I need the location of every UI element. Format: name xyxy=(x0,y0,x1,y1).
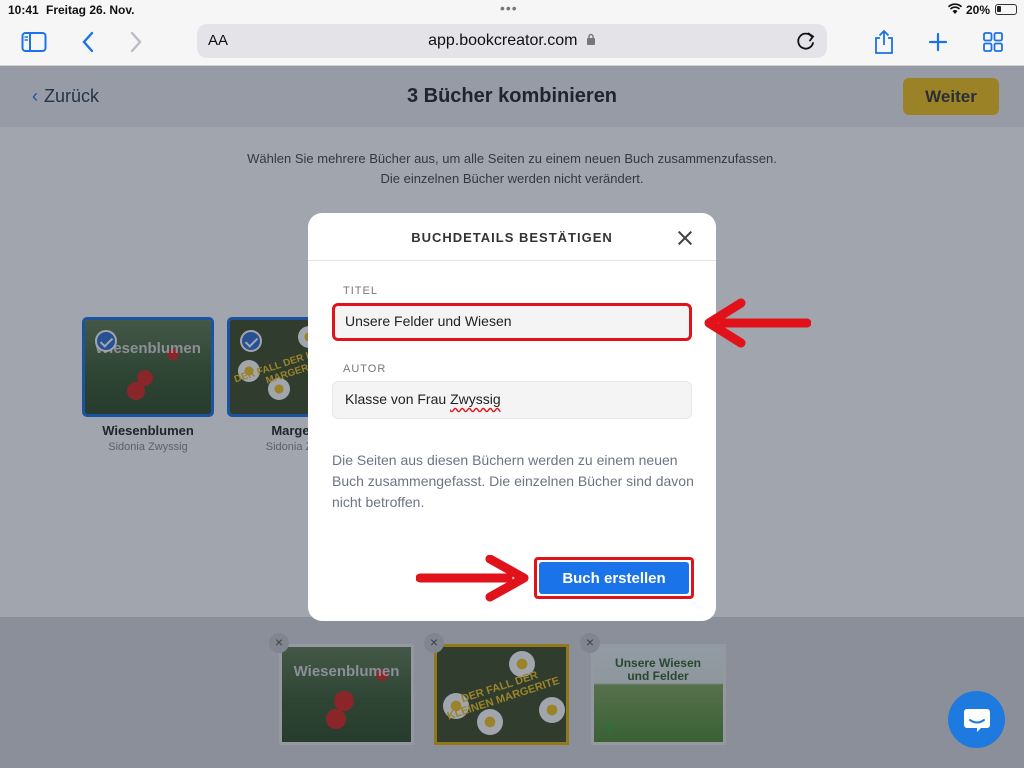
tabs-grid-icon[interactable] xyxy=(979,28,1007,56)
reload-icon[interactable] xyxy=(793,28,819,54)
create-book-button[interactable]: Buch erstellen xyxy=(539,562,689,594)
status-date: Freitag 26. Nov. xyxy=(46,3,135,17)
address-bar[interactable]: AA app.bookcreator.com xyxy=(197,24,827,58)
dialog-description: Die Seiten aus diesen Büchern werden zu … xyxy=(332,452,694,510)
battery-percentage: 20% xyxy=(966,3,991,17)
lock-icon xyxy=(586,33,595,45)
author-input[interactable]: Klasse von Frau Zwyssig xyxy=(332,381,692,419)
chat-button[interactable] xyxy=(948,691,1005,748)
url-text: app.bookcreator.com xyxy=(197,32,827,50)
author-value-prefix: Klasse von Frau xyxy=(345,391,451,407)
sidebar-icon[interactable] xyxy=(20,28,48,56)
battery-icon xyxy=(995,4,1017,15)
close-icon[interactable] xyxy=(674,227,696,249)
safari-toolbar: AA app.bookcreator.com xyxy=(0,20,1024,66)
wifi-icon xyxy=(948,3,962,14)
back-chevron-icon[interactable] xyxy=(74,28,102,56)
multitasking-dots[interactable]: ••• xyxy=(500,0,518,16)
share-icon[interactable] xyxy=(870,28,898,56)
author-label: AUTOR xyxy=(343,363,387,375)
forward-chevron-icon[interactable] xyxy=(122,28,150,56)
title-input[interactable]: Unsere Felder und Wiesen xyxy=(332,303,692,341)
arrow-icon xyxy=(416,555,529,602)
dialog-title: BUCHDETAILS BESTÄTIGEN xyxy=(411,230,613,245)
plus-icon[interactable] xyxy=(924,28,952,56)
status-bar: 10:41 Freitag 26. Nov. ••• 20% xyxy=(0,0,1024,20)
arrow-icon xyxy=(704,298,811,348)
divider xyxy=(308,260,716,261)
create-book-highlight: Buch erstellen xyxy=(534,557,694,599)
title-label: TITEL xyxy=(343,285,378,297)
status-time: 10:41 xyxy=(8,3,39,17)
author-value-name: Zwyssig xyxy=(450,391,501,407)
chat-icon xyxy=(963,708,990,732)
